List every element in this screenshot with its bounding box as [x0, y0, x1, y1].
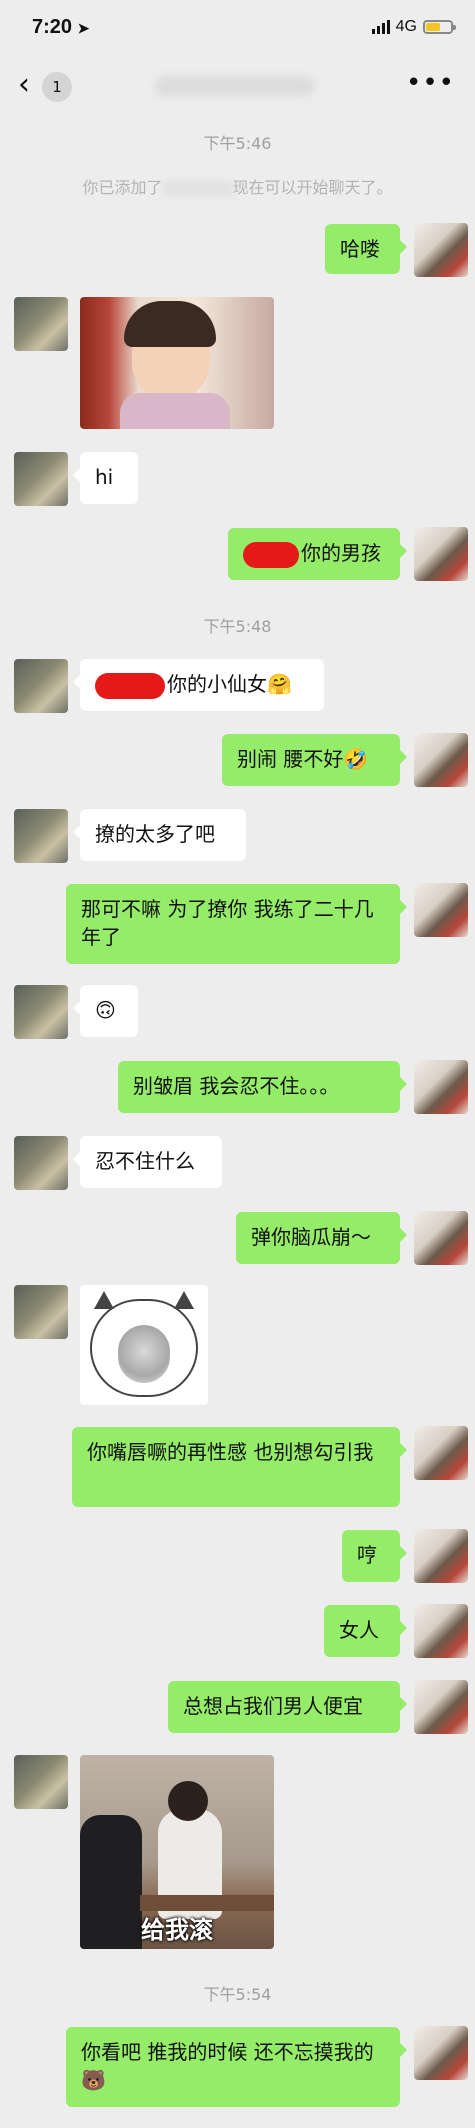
outgoing-message[interactable]: 哈喽	[325, 224, 407, 274]
image-caption: 给我滚	[141, 1916, 213, 1944]
incoming-message[interactable]: 你的小仙女🤗	[73, 659, 324, 711]
my-avatar[interactable]	[414, 1426, 468, 1480]
status-time: 7:20 ➤	[32, 16, 89, 39]
signal-icon	[371, 20, 390, 34]
system-message-prefix: 你已添加了	[82, 178, 163, 197]
my-avatar[interactable]	[414, 1604, 468, 1658]
sticker-face-photo	[118, 1325, 170, 1383]
message-text: 你的小仙女🤗	[167, 672, 292, 696]
outgoing-message[interactable]: 你的男孩	[228, 528, 407, 580]
image-message-girl[interactable]	[80, 297, 274, 429]
contact-avatar[interactable]	[14, 1285, 68, 1339]
outgoing-message[interactable]: 弹你脑瓜崩～	[236, 1212, 407, 1264]
redaction-mark	[95, 672, 165, 699]
contact-avatar[interactable]	[14, 809, 68, 863]
unread-badge[interactable]: 1	[42, 72, 72, 102]
location-arrow-icon: ➤	[77, 20, 90, 36]
redacted-name	[162, 180, 233, 197]
incoming-message[interactable]: hi	[73, 452, 138, 504]
sticker-cat-face[interactable]	[80, 1285, 208, 1405]
timestamp: 下午5:54	[203, 1985, 272, 2004]
battery-icon	[423, 20, 456, 34]
outgoing-message[interactable]: 你看吧 推我的时候 还不忘摸我的🐻	[66, 2027, 407, 2107]
more-options-icon[interactable]: •••	[406, 68, 455, 98]
outgoing-message[interactable]: 你嘴唇噘的再性感 也别想勾引我	[72, 1427, 407, 1507]
outgoing-message[interactable]: 别闹 腰不好🤣	[222, 734, 407, 786]
outgoing-message[interactable]: 那可不嘛 为了撩你 我练了二十几年了	[66, 884, 407, 964]
outgoing-message[interactable]: 总想占我们男人便宜	[168, 1681, 407, 1733]
outgoing-message[interactable]: 哼	[342, 1530, 407, 1582]
status-time-text: 7:20	[32, 16, 73, 38]
back-chevron-icon[interactable]: ‹	[18, 70, 30, 100]
my-avatar[interactable]	[414, 223, 468, 277]
sticker-ear-left	[94, 1291, 114, 1309]
outgoing-message[interactable]: 别皱眉 我会忍不住。。。	[118, 1061, 407, 1113]
network-label: 4G	[395, 18, 417, 35]
contact-avatar[interactable]	[14, 1136, 68, 1190]
girl-photo-shirt	[120, 393, 230, 429]
push-photo-child-head	[168, 1781, 208, 1821]
contact-avatar[interactable]	[14, 985, 68, 1039]
system-message-suffix: 现在可以开始聊天了。	[232, 178, 393, 197]
status-bar: 7:20 ➤ 4G	[0, 0, 475, 54]
incoming-message[interactable]: 🙃	[73, 985, 138, 1037]
girl-photo-hair	[124, 301, 216, 347]
redaction-mark	[243, 541, 299, 568]
contact-avatar[interactable]	[14, 1755, 68, 1809]
image-message-push[interactable]: 给我滚	[80, 1755, 274, 1949]
my-avatar[interactable]	[414, 1680, 468, 1734]
timestamp: 下午5:46	[203, 134, 272, 153]
my-avatar[interactable]	[414, 1060, 468, 1114]
message-text: 你的男孩	[301, 541, 381, 565]
status-indicators: 4G	[371, 18, 456, 36]
my-avatar[interactable]	[414, 1211, 468, 1265]
contact-avatar[interactable]	[14, 452, 68, 506]
sticker-ear-right	[174, 1291, 194, 1309]
system-message: 你已添加了 现在可以开始聊天了。	[0, 174, 475, 198]
push-photo-table	[140, 1895, 274, 1911]
contact-avatar[interactable]	[14, 297, 68, 351]
my-avatar[interactable]	[414, 2026, 468, 2080]
chat-header: ‹ 1 •••	[0, 60, 475, 110]
my-avatar[interactable]	[414, 883, 468, 937]
my-avatar[interactable]	[414, 1529, 468, 1583]
incoming-message[interactable]: 撩的太多了吧	[73, 809, 246, 861]
timestamp: 下午5:48	[203, 617, 272, 636]
incoming-message[interactable]: 忍不住什么	[73, 1136, 222, 1188]
contact-name-blurred	[155, 76, 315, 96]
contact-avatar[interactable]	[14, 659, 68, 713]
my-avatar[interactable]	[414, 527, 468, 581]
outgoing-message[interactable]: 女人	[324, 1605, 407, 1657]
my-avatar[interactable]	[414, 733, 468, 787]
